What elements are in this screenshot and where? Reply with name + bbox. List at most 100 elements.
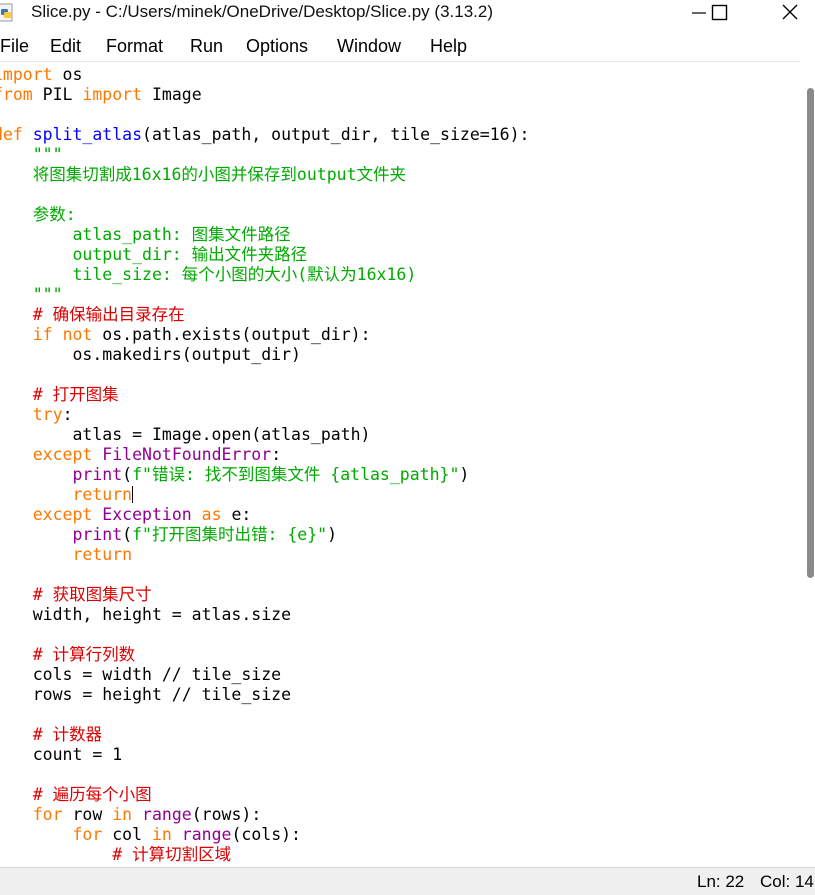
menu-help[interactable]: Help: [430, 36, 467, 57]
code-token: row: [62, 805, 113, 824]
code-token: tile_size: 每个小图的大小(默认为16x16): [0, 265, 417, 284]
code-token: :: [62, 405, 73, 424]
code-line[interactable]: os.makedirs(output_dir): [0, 345, 529, 365]
code-token: # 获取图集尺寸: [0, 585, 152, 604]
code-token: from: [0, 85, 33, 104]
code-token: atlas_path: 图集文件路径: [0, 225, 291, 244]
code-token: # 确保输出目录存在: [0, 305, 185, 324]
code-line[interactable]: # 打开图集: [0, 385, 529, 405]
code-token: 参数:: [0, 205, 76, 224]
code-line[interactable]: # 计算行列数: [0, 645, 529, 665]
code-token: except: [32, 505, 93, 524]
code-line[interactable]: [0, 705, 529, 725]
code-token: def: [0, 125, 23, 144]
code-line[interactable]: # 计数器: [0, 725, 529, 745]
code-line[interactable]: [0, 565, 529, 585]
code-token: atlas = Image.open(atlas_path): [0, 425, 371, 444]
code-token: return: [72, 545, 133, 564]
scrollbar-thumb[interactable]: [807, 88, 814, 578]
code-line[interactable]: """: [0, 145, 529, 165]
code-line[interactable]: print(f"错误: 找不到图集文件 {atlas_path}"): [0, 465, 529, 485]
code-text[interactable]: import osfrom PIL import Image def split…: [0, 65, 529, 865]
code-token: count = 1: [0, 745, 123, 764]
code-line[interactable]: [0, 625, 529, 645]
code-token: FileNotFoundError: [102, 445, 272, 464]
code-line[interactable]: try:: [0, 405, 529, 425]
code-token: in: [151, 825, 172, 844]
maximize-button[interactable]: [696, 0, 742, 28]
code-line[interactable]: from PIL import Image: [0, 85, 529, 105]
code-token: os: [52, 65, 83, 84]
code-line[interactable]: [0, 365, 529, 385]
code-line[interactable]: # 遍历每个小图: [0, 785, 529, 805]
code-line[interactable]: cols = width // tile_size: [0, 665, 529, 685]
code-line[interactable]: atlas_path: 图集文件路径: [0, 225, 529, 245]
menu-options[interactable]: Options: [246, 36, 308, 57]
code-token: ): [459, 465, 470, 484]
code-line[interactable]: [0, 105, 529, 125]
code-line[interactable]: count = 1: [0, 745, 529, 765]
code-line[interactable]: [0, 185, 529, 205]
code-line[interactable]: except FileNotFoundError:: [0, 445, 529, 465]
code-line[interactable]: # 获取图集尺寸: [0, 585, 529, 605]
code-token: 将图集切割成16x16的小图并保存到output文件夹: [0, 165, 407, 184]
code-line[interactable]: rows = height // tile_size: [0, 685, 529, 705]
text-cursor: [132, 486, 134, 503]
status-line-number: Ln: 22: [697, 872, 745, 891]
code-token: Exception: [102, 505, 192, 524]
code-line[interactable]: if not os.path.exists(output_dir):: [0, 325, 529, 345]
code-token: as: [201, 505, 222, 524]
code-line[interactable]: [0, 765, 529, 785]
status-column-number: Col: 14: [760, 872, 814, 891]
code-line[interactable]: # 确保输出目录存在: [0, 305, 529, 325]
code-line[interactable]: for col in range(cols):: [0, 825, 529, 845]
code-token: import: [82, 85, 143, 104]
code-editor[interactable]: import osfrom PIL import Image def split…: [0, 61, 800, 868]
code-token: output_dir: 输出文件夹路径: [0, 245, 308, 264]
menu-window[interactable]: Window: [337, 36, 401, 57]
code-token: f"错误: 找不到图集文件 {atlas_path}": [132, 465, 460, 484]
code-line[interactable]: 参数:: [0, 205, 529, 225]
title-bar[interactable]: Slice.py - C:/Users/minek/OneDrive/Deskt…: [0, 0, 815, 28]
code-token: range: [142, 805, 192, 824]
code-line[interactable]: print(f"打开图集时出错: {e}"): [0, 525, 529, 545]
code-token: # 遍历每个小图: [0, 785, 152, 804]
code-line[interactable]: return: [0, 545, 529, 565]
code-token: range: [181, 825, 232, 844]
code-token: e:: [221, 505, 252, 524]
code-line[interactable]: return: [0, 485, 529, 505]
code-line[interactable]: import os: [0, 65, 529, 85]
code-line[interactable]: # 计算切割区域: [0, 845, 529, 865]
code-token: print: [72, 525, 123, 544]
code-line[interactable]: for row in range(rows):: [0, 805, 529, 825]
code-line[interactable]: width, height = atlas.size: [0, 605, 529, 625]
code-line[interactable]: """: [0, 285, 529, 305]
code-token: try: [32, 405, 63, 424]
code-line[interactable]: output_dir: 输出文件夹路径: [0, 245, 529, 265]
status-bar: Ln: 22 Col: 14: [0, 867, 815, 895]
code-token: (cols):: [231, 825, 301, 844]
code-token: rows = height // tile_size: [0, 685, 292, 704]
menu-format[interactable]: Format: [106, 36, 163, 57]
code-token: # 计数器: [0, 725, 103, 744]
code-line[interactable]: 将图集切割成16x16的小图并保存到output文件夹: [0, 165, 529, 185]
code-line[interactable]: def split_atlas(atlas_path, output_dir, …: [0, 125, 529, 145]
close-icon: [782, 4, 798, 20]
code-line[interactable]: except Exception as e:: [0, 505, 529, 525]
maximize-icon: [711, 4, 728, 21]
code-line[interactable]: atlas = Image.open(atlas_path): [0, 425, 529, 445]
menu-bar: File Edit Format Run Options Window Help: [0, 32, 815, 60]
menu-run[interactable]: Run: [190, 36, 223, 57]
close-button[interactable]: [767, 0, 813, 28]
menu-edit[interactable]: Edit: [50, 36, 81, 57]
menu-file[interactable]: File: [0, 36, 29, 57]
code-token: not: [62, 325, 93, 344]
code-line[interactable]: tile_size: 每个小图的大小(默认为16x16): [0, 265, 529, 285]
